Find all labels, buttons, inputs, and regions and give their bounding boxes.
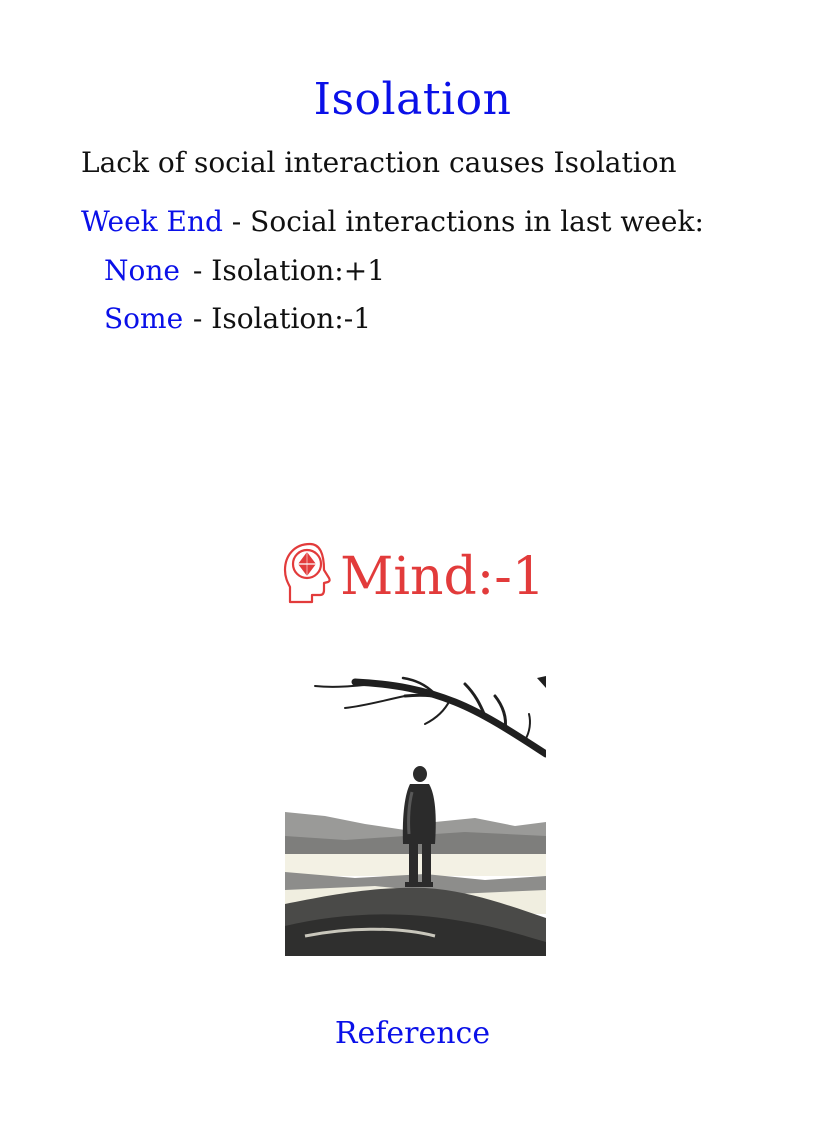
option-effect-none: - Isolation:+1 xyxy=(184,254,386,287)
mind-head-icon xyxy=(283,542,331,604)
card-description: Lack of social interaction causes Isolat… xyxy=(81,146,677,179)
card-title: Isolation xyxy=(313,74,512,125)
mind-effect: Mind:-1 xyxy=(0,542,825,610)
card-page: Isolation Lack of social interaction cau… xyxy=(0,0,825,1125)
trigger-link-week-end[interactable]: Week End xyxy=(81,205,223,238)
option-none: None - Isolation:+1 xyxy=(104,254,385,287)
option-link-none[interactable]: None xyxy=(104,254,184,287)
option-link-some[interactable]: Some xyxy=(104,302,184,335)
trigger-line: Week End - Social interactions in last w… xyxy=(81,205,704,238)
option-some: Some - Isolation:-1 xyxy=(104,302,371,335)
lonely-figure-illustration xyxy=(285,674,546,956)
trigger-text: - Social interactions in last week: xyxy=(222,205,704,238)
option-effect-some: - Isolation:-1 xyxy=(184,302,372,335)
mind-effect-text: Mind:-1 xyxy=(340,547,545,607)
reference-link[interactable]: Reference xyxy=(0,1016,825,1051)
